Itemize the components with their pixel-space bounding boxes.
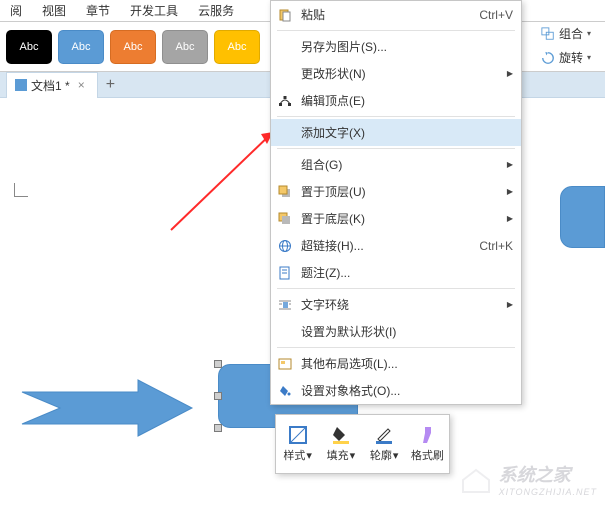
block-arrow-shape[interactable] <box>20 378 195 438</box>
rotate-icon <box>541 51 555 65</box>
menu-item-label: 设置对象格式(O)... <box>301 382 513 399</box>
wrap-icon <box>277 297 293 313</box>
fill-icon <box>331 425 351 445</box>
menu-item-15[interactable]: 设置为默认形状(I) <box>271 318 521 345</box>
menu-item-label: 添加文字(X) <box>301 124 513 141</box>
tab-add-button[interactable]: + <box>98 76 123 94</box>
menu-item-label: 组合(G) <box>301 156 499 173</box>
menu-item-11[interactable]: 超链接(H)... Ctrl+K <box>271 232 521 259</box>
menu-item-label: 更改形状(N) <box>301 65 499 82</box>
menu-chapter[interactable]: 章节 <box>76 2 120 19</box>
globe-icon <box>277 238 293 254</box>
menu-separator <box>277 288 515 289</box>
menu-read[interactable]: 阅 <box>0 2 32 19</box>
annotation-arrow-red <box>165 126 285 236</box>
right-panel: 组合 ▾ 旋转 ▾ <box>535 22 605 70</box>
resize-handle-nw[interactable] <box>214 360 222 368</box>
group-label: 组合 <box>559 25 583 42</box>
context-menu: 粘贴 Ctrl+V 另存为图片(S)... 更改形状(N) ▶ 编辑顶点(E) 添加文字(X… <box>270 0 522 405</box>
mini-outline[interactable]: 轮廓▾ <box>363 415 406 473</box>
page-corner-mark <box>14 183 28 197</box>
menu-separator <box>277 116 515 117</box>
blank-icon <box>277 39 293 55</box>
paste-icon <box>277 7 293 23</box>
format-icon <box>277 383 293 399</box>
submenu-arrow-icon: ▶ <box>507 300 513 309</box>
mini-fill[interactable]: 填充▾ <box>319 415 362 473</box>
watermark-logo-icon <box>459 462 493 496</box>
menu-item-0[interactable]: 粘贴 Ctrl+V <box>271 1 521 28</box>
mini-format-painter[interactable]: 格式刷 <box>406 415 449 473</box>
blank-icon <box>277 157 293 173</box>
menu-view[interactable]: 视图 <box>32 2 76 19</box>
menu-item-label: 设置为默认形状(I) <box>301 323 513 340</box>
canvas-shape-top[interactable] <box>560 186 605 248</box>
menu-item-label: 另存为图片(S)... <box>301 38 513 55</box>
resize-handle-sw[interactable] <box>214 424 222 432</box>
outline-icon <box>374 425 394 445</box>
shape-style-4[interactable]: Abc <box>162 30 208 64</box>
shape-style-2[interactable]: Abc <box>58 30 104 64</box>
rotate-dropdown[interactable]: 旋转 ▾ <box>535 46 605 70</box>
menu-item-8[interactable]: 组合(G) ▶ <box>271 151 521 178</box>
submenu-arrow-icon: ▶ <box>507 214 513 223</box>
editpoints-icon <box>277 93 293 109</box>
menu-shortcut: Ctrl+V <box>479 8 513 22</box>
submenu-arrow-icon: ▶ <box>507 160 513 169</box>
menu-item-label: 置于底层(K) <box>301 210 499 227</box>
group-dropdown[interactable]: 组合 ▾ <box>535 22 605 46</box>
blank-icon <box>277 324 293 340</box>
menu-separator <box>277 347 515 348</box>
menu-separator <box>277 30 515 31</box>
menu-shortcut: Ctrl+K <box>479 239 513 253</box>
document-tab-label: 文档1 * <box>31 77 70 94</box>
submenu-arrow-icon: ▶ <box>507 187 513 196</box>
shape-style-1[interactable]: Abc <box>6 30 52 64</box>
menu-item-2[interactable]: 另存为图片(S)... <box>271 33 521 60</box>
menu-devtools[interactable]: 开发工具 <box>120 2 188 19</box>
menu-item-14[interactable]: 文字环绕 ▶ <box>271 291 521 318</box>
tab-close-button[interactable]: × <box>74 78 89 92</box>
chevron-down-icon: ▾ <box>587 29 591 38</box>
watermark-text: 系统之家 <box>499 461 597 487</box>
mini-toolbar: 样式▾ 填充▾ 轮廓▾ 格式刷 <box>275 414 450 474</box>
blank-icon <box>277 66 293 82</box>
document-tab[interactable]: 文档1 * × <box>6 72 98 98</box>
menu-item-label: 编辑顶点(E) <box>301 92 513 109</box>
mini-style[interactable]: 样式▾ <box>276 415 319 473</box>
note-icon <box>277 265 293 281</box>
menu-item-label: 文字环绕 <box>301 296 499 313</box>
shape-style-3[interactable]: Abc <box>110 30 156 64</box>
front-icon <box>277 184 293 200</box>
resize-handle-w[interactable] <box>214 392 222 400</box>
menu-cloud[interactable]: 云服务 <box>188 2 244 19</box>
watermark-url: XITONGZHIJIA.NET <box>499 487 597 497</box>
menu-item-label: 置于顶层(U) <box>301 183 499 200</box>
back-icon <box>277 211 293 227</box>
menu-item-12[interactable]: 题注(Z)... <box>271 259 521 286</box>
submenu-arrow-icon: ▶ <box>507 69 513 78</box>
menu-item-6[interactable]: 添加文字(X) <box>271 119 521 146</box>
format-painter-icon <box>417 425 437 445</box>
document-icon <box>15 79 27 91</box>
menu-item-17[interactable]: 其他布局选项(L)... <box>271 350 521 377</box>
menu-item-label: 粘贴 <box>301 6 471 23</box>
menu-item-3[interactable]: 更改形状(N) ▶ <box>271 60 521 87</box>
shape-style-5[interactable]: Abc <box>214 30 260 64</box>
layout-icon <box>277 356 293 372</box>
menu-item-label: 题注(Z)... <box>301 264 513 281</box>
menu-item-9[interactable]: 置于顶层(U) ▶ <box>271 178 521 205</box>
menu-item-4[interactable]: 编辑顶点(E) <box>271 87 521 114</box>
menu-item-label: 其他布局选项(L)... <box>301 355 513 372</box>
menu-separator <box>277 148 515 149</box>
watermark: 系统之家 XITONGZHIJIA.NET <box>459 461 597 497</box>
style-icon <box>288 425 308 445</box>
menu-item-18[interactable]: 设置对象格式(O)... <box>271 377 521 404</box>
menu-item-label: 超链接(H)... <box>301 237 471 254</box>
chevron-down-icon: ▾ <box>587 53 591 62</box>
rotate-label: 旋转 <box>559 49 583 66</box>
group-icon <box>541 27 555 41</box>
menu-item-10[interactable]: 置于底层(K) ▶ <box>271 205 521 232</box>
blank-icon <box>277 125 293 141</box>
